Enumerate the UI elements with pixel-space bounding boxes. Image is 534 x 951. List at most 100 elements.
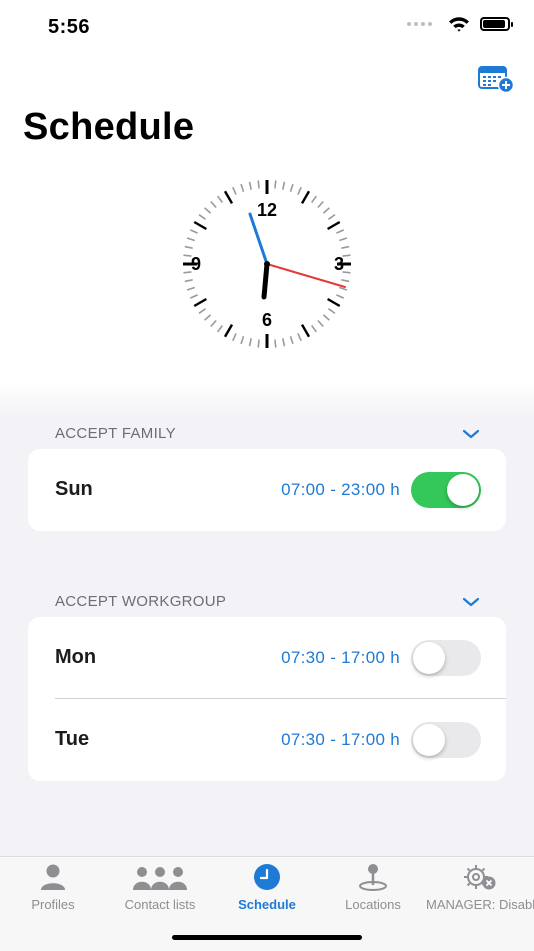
clock-minute-tick [282, 338, 286, 347]
clock-minute-tick [322, 207, 330, 214]
clock-hour-tick [193, 220, 207, 231]
chevron-down-icon[interactable] [462, 428, 480, 440]
cellular-signal-icon [407, 22, 432, 26]
clock-icon [254, 864, 280, 890]
clock-minute-tick [297, 333, 302, 342]
clock-minute-tick [210, 201, 217, 209]
home-indicator[interactable] [172, 935, 362, 940]
clock-minute-tick [311, 325, 318, 333]
gear-disabled-icon [464, 865, 496, 890]
clock-minute-tick [322, 314, 330, 321]
clock-minute-tick [274, 180, 277, 189]
tab-schedule[interactable]: Schedule [214, 863, 320, 919]
clock-minute-tick [232, 186, 237, 195]
clock-minute-tick [248, 338, 252, 347]
clock-minute-tick [198, 213, 206, 220]
tab-label: Contact lists [124, 897, 196, 912]
status-time: 5:56 [48, 16, 91, 38]
row-hours[interactable]: 07:30 - 17:00 h [281, 730, 400, 750]
clock-minute-tick [289, 336, 294, 345]
clock-minute-tick [204, 314, 212, 321]
clock-minute-tick [341, 245, 350, 249]
clock-center [264, 261, 270, 267]
clock-minute-tick [341, 279, 350, 283]
clock-minute-tick [189, 294, 198, 299]
tab-label: MANAGER: Disabled [426, 897, 534, 912]
battery-icon [480, 17, 513, 31]
clock-hour-tick [223, 324, 234, 338]
clock-hour-tick [327, 220, 341, 231]
tab-locations[interactable]: Locations [320, 863, 426, 919]
person-icon [41, 864, 65, 890]
add-schedule-button[interactable] [478, 64, 515, 94]
clock-hour-tick [300, 324, 311, 338]
clock-minute-tick [317, 201, 324, 209]
row-hours[interactable]: 07:00 - 23:00 h [281, 480, 400, 500]
clock-minute-hand [248, 212, 269, 266]
clock-minute-tick [328, 308, 336, 315]
map-pin-icon [359, 864, 387, 891]
wifi-icon [449, 17, 469, 32]
tab-contact-lists[interactable]: Contact lists [107, 863, 213, 919]
clock-minute-tick [317, 319, 324, 327]
clock-minute-tick [240, 336, 245, 345]
clock-minute-tick [289, 183, 294, 192]
clock-numeral-3: 3 [334, 254, 344, 274]
clock-minute-tick [240, 183, 245, 192]
tab-profiles[interactable]: Profiles [0, 863, 106, 919]
enable-toggle-sun[interactable] [411, 472, 481, 508]
row-day: Tue [55, 728, 90, 750]
page-title: Schedule [23, 106, 195, 148]
clock-hour-tick [300, 190, 311, 204]
clock-minute-tick [328, 213, 336, 220]
clock-minute-tick [210, 319, 217, 327]
row-day: Sun [55, 478, 93, 500]
people-group-icon [133, 867, 187, 890]
clock-minute-tick [339, 286, 348, 291]
clock-minute-tick [257, 180, 260, 189]
clock-minute-tick [257, 339, 260, 348]
clock-minute-tick [198, 308, 206, 315]
tab-label: Locations [345, 897, 401, 912]
tab-manager[interactable]: MANAGER: Disabled [426, 863, 534, 919]
clock-minute-tick [204, 207, 212, 214]
status-bar: 5:56 [0, 0, 534, 56]
analog-clock: 12 3 6 9 [183, 180, 351, 348]
schedule-row-mon[interactable]: Mon 07:30 - 17:00 h [28, 617, 506, 699]
clock-minute-tick [311, 195, 318, 203]
clock-minute-tick [336, 294, 345, 299]
section-header-accept-workgroup: ACCEPT WORKGROUP [55, 593, 227, 610]
clock-minute-tick [339, 237, 348, 242]
clock-hour-tick [327, 297, 341, 308]
clock-minute-tick [184, 279, 193, 283]
schedule-row-sun[interactable]: Sun 07:00 - 23:00 h [28, 449, 506, 531]
clock-hour-tick [193, 297, 207, 308]
clock-minute-tick [336, 229, 345, 234]
row-hours[interactable]: 07:30 - 17:00 h [281, 648, 400, 668]
tab-label: Profiles [31, 897, 75, 912]
clock-minute-tick [274, 339, 277, 348]
clock-minute-tick [297, 186, 302, 195]
clock-minute-tick [232, 333, 237, 342]
clock-numeral-9: 9 [191, 254, 201, 274]
clock-hour-tick [223, 190, 234, 204]
schedule-card-workgroup: Mon 07:30 - 17:00 h Tue 07:30 - 17:00 h [28, 617, 506, 781]
tab-label: Schedule [238, 897, 296, 912]
enable-toggle-mon[interactable] [411, 640, 481, 676]
section-header-accept-family: ACCEPT FAMILY [55, 425, 176, 442]
row-day: Mon [55, 646, 97, 668]
enable-toggle-tue[interactable] [411, 722, 481, 758]
clock-minute-tick [248, 181, 252, 190]
clock-minute-tick [189, 229, 198, 234]
chevron-down-icon[interactable] [462, 596, 480, 608]
clock-minute-tick [216, 325, 223, 333]
clock-numeral-12: 12 [257, 200, 277, 220]
clock-minute-tick [282, 181, 286, 190]
status-icons [407, 16, 513, 32]
clock-minute-tick [186, 286, 195, 291]
calendar-plus-icon [478, 66, 515, 94]
schedule-row-tue[interactable]: Tue 07:30 - 17:00 h [28, 699, 506, 781]
clock-minute-tick [184, 245, 193, 249]
clock-hour-hand [261, 261, 270, 300]
clock-numeral-6: 6 [262, 310, 272, 330]
